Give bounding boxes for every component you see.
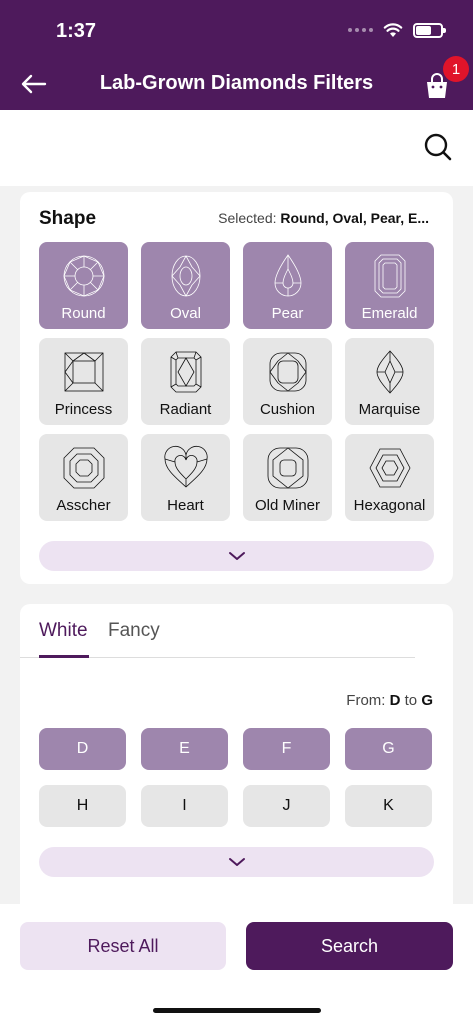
grade-button-i[interactable]: I: [141, 785, 228, 827]
princess-diamond-icon: [64, 352, 103, 392]
chevron-down-icon: [228, 552, 245, 560]
page-title: Lab-Grown Diamonds Filters: [99, 72, 374, 94]
shape-expand-button[interactable]: [39, 541, 434, 571]
active-tab-indicator: [39, 655, 89, 658]
shape-selected-summary: Selected: Round, Oval, Pear, E...: [218, 210, 429, 226]
asscher-diamond-icon: [63, 447, 104, 489]
shape-label: Emerald: [361, 305, 418, 322]
oval-diamond-icon: [171, 255, 200, 297]
heart-diamond-icon: [163, 445, 208, 488]
status-time: 1:37: [56, 20, 97, 42]
radiant-diamond-icon: [170, 351, 201, 393]
shape-label: Pear: [271, 305, 304, 322]
shape-grid: Round Oval Pear Emerald Princess Radiant…: [39, 242, 434, 521]
selected-label: Selected:: [218, 210, 277, 226]
shape-section-title: Shape: [39, 208, 97, 229]
chevron-down-icon: [228, 858, 245, 866]
range-from-label: From:: [346, 692, 386, 709]
shape-label: Heart: [167, 497, 204, 514]
cushion-diamond-icon: [269, 352, 306, 392]
color-filter-card: White Fancy From: D to G D E F G H I J K: [20, 604, 453, 904]
shape-label: Oval: [170, 305, 201, 322]
shape-tile-radiant[interactable]: Radiant: [141, 338, 230, 425]
search-icon: [424, 133, 452, 161]
wifi-icon: [383, 23, 403, 37]
cellular-signal-icon: [348, 28, 373, 32]
emerald-diamond-icon: [374, 254, 405, 298]
shape-tile-round[interactable]: Round: [39, 242, 128, 329]
shape-filter-card: Shape Selected: Round, Oval, Pear, E... …: [20, 192, 453, 584]
grade-button-k[interactable]: K: [345, 785, 432, 827]
color-expand-button[interactable]: [39, 847, 434, 877]
shape-label: Hexagonal: [353, 497, 426, 514]
shape-tile-heart[interactable]: Heart: [141, 434, 230, 521]
old-miner-diamond-icon: [267, 447, 308, 489]
search-bar: [0, 110, 473, 186]
grade-button-d[interactable]: D: [39, 728, 126, 770]
shape-tile-cushion[interactable]: Cushion: [243, 338, 332, 425]
grade-button-e[interactable]: E: [141, 728, 228, 770]
shape-tile-emerald[interactable]: Emerald: [345, 242, 434, 329]
hexagonal-diamond-icon: [369, 448, 410, 488]
search-button[interactable]: [423, 132, 453, 162]
footer-actions: Reset All Search: [0, 904, 473, 1024]
shape-tile-asscher[interactable]: Asscher: [39, 434, 128, 521]
color-range-summary: From: D to G: [346, 692, 433, 709]
app-header: 1:37 Lab-Grown Diamonds Filters 1: [0, 0, 473, 110]
grade-button-h[interactable]: H: [39, 785, 126, 827]
marquise-diamond-icon: [376, 350, 403, 394]
shape-label: Radiant: [159, 401, 212, 418]
grade-button-j[interactable]: J: [243, 785, 330, 827]
shape-tile-pear[interactable]: Pear: [243, 242, 332, 329]
range-to-value: G: [421, 692, 433, 709]
search-submit-button[interactable]: Search: [246, 922, 453, 970]
shape-tile-marquise[interactable]: Marquise: [345, 338, 434, 425]
shape-label: Old Miner: [254, 497, 321, 514]
shape-tile-oval[interactable]: Oval: [141, 242, 230, 329]
status-icons: [348, 22, 446, 38]
pear-diamond-icon: [274, 254, 301, 297]
shape-label: Asscher: [56, 497, 111, 514]
cart-count-badge: 1: [443, 56, 469, 82]
tab-white[interactable]: White: [39, 620, 88, 642]
tab-fancy[interactable]: Fancy: [108, 620, 160, 642]
grade-button-f[interactable]: F: [243, 728, 330, 770]
grade-button-g[interactable]: G: [345, 728, 432, 770]
shape-label: Round: [61, 305, 106, 322]
home-indicator: [153, 1008, 321, 1013]
battery-icon: [413, 22, 446, 38]
round-diamond-icon: [63, 255, 104, 297]
color-grade-grid: D E F G H I J K: [39, 728, 434, 827]
range-from-value: D: [389, 692, 401, 709]
shape-label: Princess: [54, 401, 113, 418]
color-tabs: White Fancy: [20, 604, 415, 658]
selected-value: Round, Oval, Pear, E...: [280, 210, 429, 226]
range-to-label: to: [404, 692, 418, 709]
reset-all-button[interactable]: Reset All: [20, 922, 226, 970]
shape-label: Marquise: [358, 401, 421, 418]
shape-tile-princess[interactable]: Princess: [39, 338, 128, 425]
shape-label: Cushion: [259, 401, 316, 418]
shape-tile-hexagonal[interactable]: Hexagonal: [345, 434, 434, 521]
shape-tile-old-miner[interactable]: Old Miner: [243, 434, 332, 521]
